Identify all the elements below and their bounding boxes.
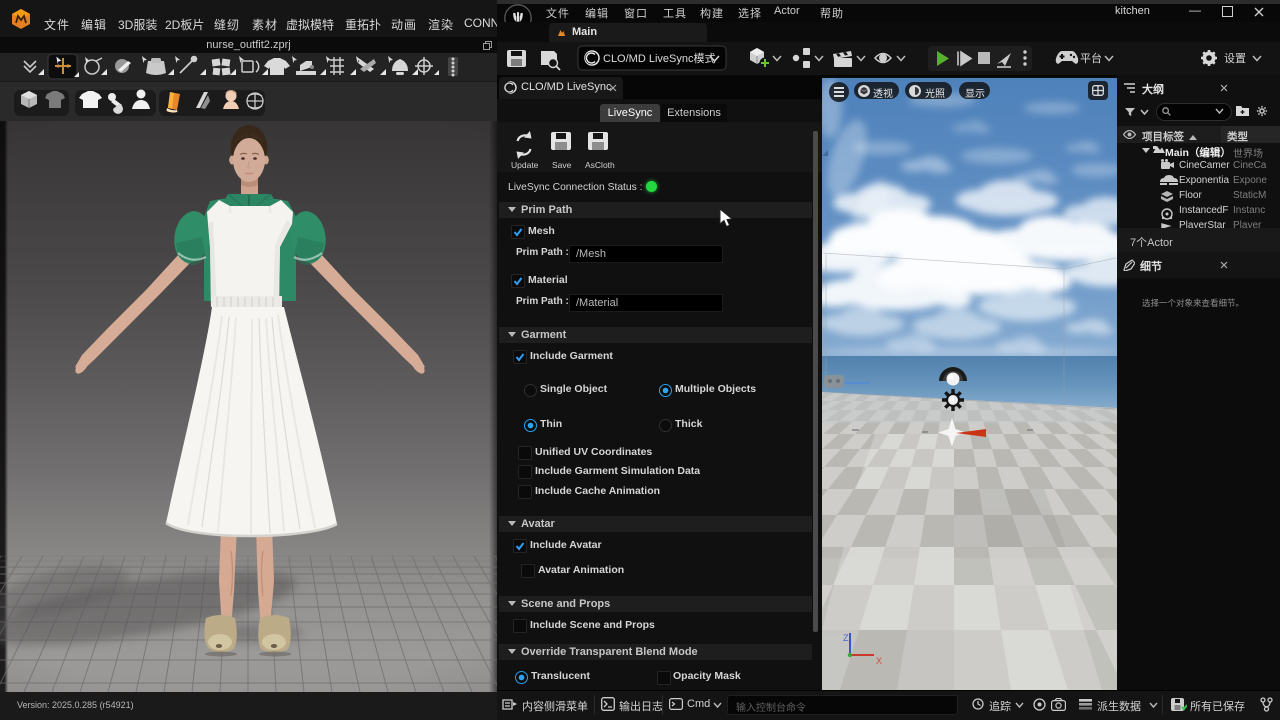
svg-text:AsCloth: AsCloth <box>585 160 615 170</box>
svg-text:Z: Z <box>843 633 849 643</box>
svg-text:CLO/MD LiveSync模式: CLO/MD LiveSync模式 <box>603 52 715 65</box>
svg-text:Save: Save <box>552 160 572 170</box>
svg-text:X: X <box>876 656 882 666</box>
svg-text:设置: 设置 <box>1224 52 1246 65</box>
svg-text:平台: 平台 <box>1080 51 1102 65</box>
svg-text:Update: Update <box>511 160 539 170</box>
